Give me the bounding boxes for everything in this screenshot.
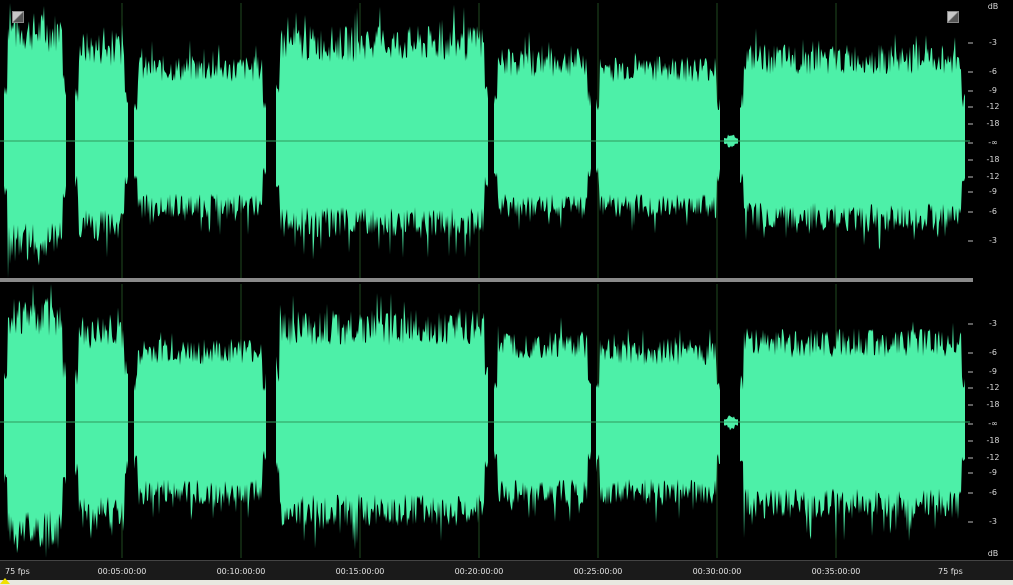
db-tick-label: -6 — [989, 348, 997, 357]
channel-divider — [0, 278, 973, 282]
db-tick-label: -18 — [986, 155, 1000, 164]
db-tick-label: -9 — [989, 468, 997, 477]
zoom-corner-icon[interactable] — [12, 11, 24, 23]
waveform-segment — [596, 52, 720, 234]
db-tick-label: -6 — [989, 488, 997, 497]
db-tick-label: -3 — [989, 319, 997, 328]
time-tick-label: 00:05:00:00 — [97, 567, 147, 576]
waveform-editor[interactable]: dB -3 -6 -9 -12 -18 -∞ -18 -12 -9 -6 -3 dB -3 -6 -9 -… — [0, 0, 1013, 585]
db-tick-label: -12 — [986, 453, 1000, 462]
db-unit-label: dB — [987, 2, 999, 11]
db-tick-label: -18 — [986, 436, 1000, 445]
fps-label-right: 75 fps — [938, 567, 963, 576]
db-unit-label: dB — [987, 549, 999, 558]
waveform-segment — [134, 40, 266, 236]
zoom-corner-icon[interactable] — [947, 11, 959, 23]
waveform-segment — [276, 4, 488, 260]
waveform-segment — [276, 293, 488, 550]
db-tick-label: -∞ — [988, 419, 998, 428]
waveform-segment — [740, 28, 965, 250]
db-tick-label: -12 — [986, 383, 1000, 392]
waveform-segment — [134, 331, 266, 521]
db-tick-label: -18 — [986, 119, 1000, 128]
waveform-segment — [75, 307, 128, 539]
db-tick-label: -18 — [986, 400, 1000, 409]
db-tick-label: -3 — [989, 517, 997, 526]
waveform-segment — [596, 328, 720, 524]
db-tick-label: -3 — [989, 236, 997, 245]
waveform-segment — [494, 31, 591, 231]
db-tick-label: -∞ — [988, 138, 998, 147]
playhead-marker-icon[interactable] — [0, 578, 10, 584]
waveform-segment — [724, 415, 738, 431]
time-tick-label: 00:25:00:00 — [573, 567, 623, 576]
db-tick-label: -12 — [986, 172, 1000, 181]
db-tick-label: -3 — [989, 38, 997, 47]
time-tick-label: 00:20:00:00 — [454, 567, 504, 576]
time-tick-label: 00:30:00:00 — [692, 567, 742, 576]
db-tick-label: -6 — [989, 67, 997, 76]
waveform-segment — [4, 284, 66, 558]
status-strip — [0, 580, 1013, 585]
time-tick-label: 00:35:00:00 — [811, 567, 861, 576]
waveform-display[interactable] — [0, 0, 1013, 560]
waveform-segment — [494, 317, 591, 522]
db-tick-label: -12 — [986, 102, 1000, 111]
db-tick-label: -9 — [989, 86, 997, 95]
fps-label-left: 75 fps — [5, 567, 30, 576]
db-tick-label: -9 — [989, 367, 997, 376]
db-tick-label: -9 — [989, 187, 997, 196]
time-tick-label: 00:10:00:00 — [216, 567, 266, 576]
timeline-ruler[interactable]: 75 fps 75 fps 00:05:00:00 00:10:00:00 00… — [0, 560, 1013, 581]
waveform-segment — [740, 321, 965, 541]
time-tick-label: 00:15:00:00 — [335, 567, 385, 576]
db-tick-label: -6 — [989, 207, 997, 216]
